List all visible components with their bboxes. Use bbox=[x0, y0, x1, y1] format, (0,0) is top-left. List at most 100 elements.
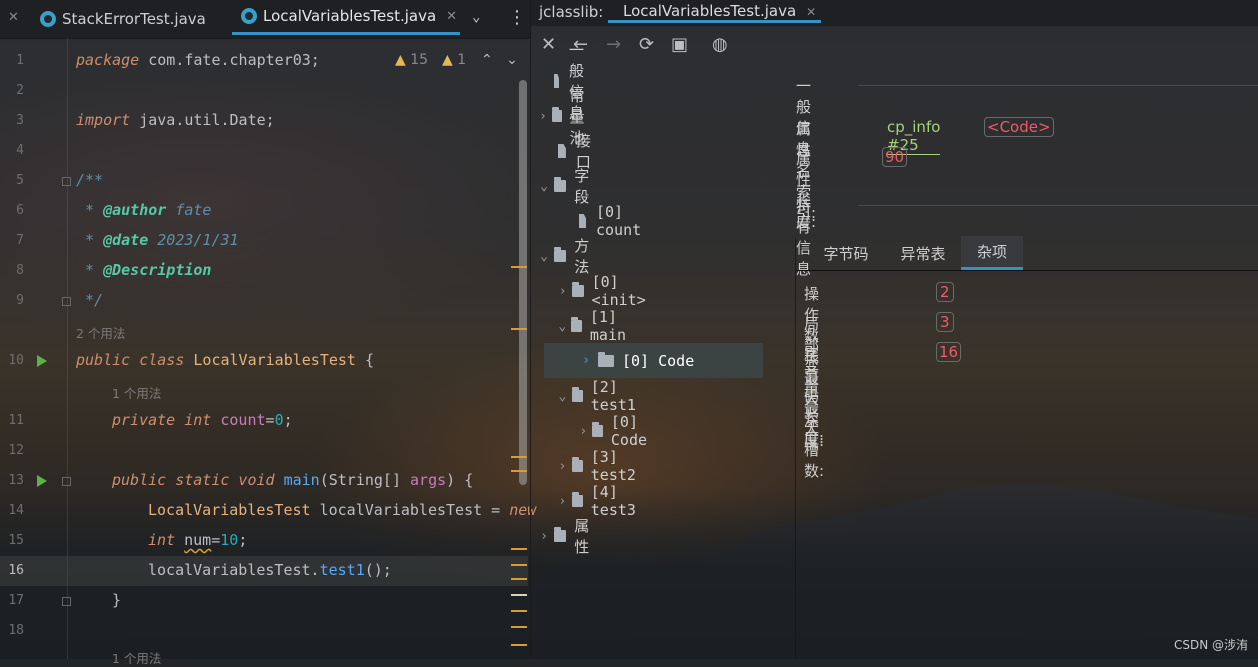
code-line[interactable]: 1 package com.fate.chapter03; bbox=[0, 46, 528, 76]
fold-icon[interactable] bbox=[62, 297, 71, 306]
close-icon[interactable]: ✕ bbox=[8, 10, 19, 25]
fold-icon[interactable] bbox=[62, 177, 71, 186]
jclasslib-panel: jclasslib: LocalVariablesTest.java ✕ ✕ ← … bbox=[530, 0, 1258, 659]
line-number: 8 bbox=[16, 263, 24, 278]
line-number: 5 bbox=[16, 173, 24, 188]
code-line[interactable]: 10 public class LocalVariablesTest { bbox=[0, 346, 528, 376]
tab-stackerrortest[interactable]: StackErrorTest.java bbox=[40, 0, 206, 38]
chevron-right-icon[interactable]: › bbox=[557, 459, 568, 474]
line-number: 14 bbox=[8, 503, 24, 518]
folder-icon bbox=[592, 422, 603, 437]
tab-exception-table[interactable]: 异常表 bbox=[886, 236, 960, 270]
error-stripe-mark[interactable] bbox=[511, 470, 527, 472]
tree-item-label: 属性 bbox=[574, 517, 590, 556]
section-divider bbox=[858, 85, 1258, 86]
chevron-down-icon[interactable]: ⌄ bbox=[472, 9, 480, 25]
line-number: 1 bbox=[16, 53, 24, 68]
chevron-down-icon[interactable]: ⌄ bbox=[557, 319, 567, 334]
usages-hint[interactable]: 1 个用法 bbox=[112, 648, 161, 667]
code-line[interactable]: 11 private int count=0; bbox=[0, 406, 528, 436]
chevron-right-icon[interactable]: › bbox=[538, 529, 550, 544]
error-stripe-mark[interactable] bbox=[511, 456, 527, 458]
tree-item-constant-pool[interactable]: › 常量池 bbox=[538, 87, 597, 147]
forward-arrow-icon[interactable]: → bbox=[606, 34, 621, 55]
tab-misc[interactable]: 杂项 bbox=[961, 236, 1023, 270]
code-editor: ✕ StackErrorTest.java LocalVariablesTest… bbox=[0, 0, 536, 666]
code-line[interactable]: 2 bbox=[0, 76, 528, 106]
tree-item-test1-code[interactable]: › [0] Code bbox=[578, 413, 658, 449]
usages-hint[interactable]: 2 个用法 bbox=[76, 323, 125, 342]
chevron-down-icon[interactable]: ⌄ bbox=[538, 249, 550, 264]
tree-item-method-test3[interactable]: › [4] test3 bbox=[557, 483, 646, 519]
tree-item-method-test1[interactable]: ⌄ [2] test1 bbox=[557, 378, 646, 414]
run-icon[interactable] bbox=[37, 475, 47, 487]
tree-item-label: [2] test1 bbox=[590, 378, 636, 414]
refresh-icon[interactable]: ⟳ bbox=[639, 34, 654, 55]
close-icon[interactable]: ✕ bbox=[446, 9, 457, 24]
code-line[interactable]: 12 bbox=[0, 436, 528, 466]
tab-label: LocalVariablesTest.java bbox=[263, 7, 437, 25]
code-text: import java.util.Date; bbox=[76, 111, 275, 129]
tree-item-label: [0] Code bbox=[622, 351, 695, 370]
detail-tabs: 字节码 异常表 杂项 bbox=[796, 236, 1258, 271]
chevron-down-icon[interactable]: ⌄ bbox=[557, 389, 568, 404]
run-icon[interactable] bbox=[37, 355, 47, 367]
error-stripe-mark[interactable] bbox=[511, 626, 527, 628]
line-number: 15 bbox=[8, 533, 24, 548]
line-number: 13 bbox=[8, 473, 24, 488]
code-line[interactable]: 8 * @Description bbox=[0, 256, 528, 286]
save-icon[interactable]: ▣ bbox=[671, 34, 688, 55]
code-line[interactable]: 9 */ bbox=[0, 286, 528, 316]
error-stripe-mark[interactable] bbox=[511, 610, 527, 612]
tree-item-fields[interactable]: ⌄ 字段 bbox=[538, 167, 597, 206]
chevron-right-icon[interactable]: › bbox=[557, 284, 568, 299]
error-stripe-mark[interactable] bbox=[511, 594, 527, 596]
code-line[interactable]: 4 bbox=[0, 136, 528, 166]
chevron-right-icon[interactable]: › bbox=[538, 109, 548, 124]
close-icon[interactable]: ✕ bbox=[806, 5, 816, 19]
tree-item-method-main[interactable]: ⌄ [1] main bbox=[557, 308, 637, 344]
tab-localvariablestest[interactable]: LocalVariablesTest.java ✕ bbox=[232, 0, 460, 35]
tree-item-methods[interactable]: ⌄ 方法 bbox=[538, 237, 597, 276]
more-options-icon[interactable]: ⋮ bbox=[508, 7, 526, 28]
error-stripe-mark[interactable] bbox=[511, 328, 527, 330]
chevron-right-icon[interactable]: › bbox=[578, 353, 594, 368]
tab-bytecode[interactable]: 字节码 bbox=[810, 236, 882, 270]
tree-item-label: 方法 bbox=[574, 237, 590, 276]
close-icon[interactable]: ✕ bbox=[541, 34, 556, 55]
code-line[interactable]: 7 * @date 2023/1/31 bbox=[0, 226, 528, 256]
fold-icon[interactable] bbox=[62, 477, 71, 486]
usages-hint[interactable]: 1 个用法 bbox=[112, 383, 161, 402]
error-stripe-mark[interactable] bbox=[511, 578, 527, 580]
tree-item-method-test2[interactable]: › [3] test2 bbox=[557, 448, 646, 484]
code-line[interactable]: 17 } bbox=[0, 586, 528, 616]
tree-item-interfaces[interactable]: 接口 bbox=[538, 132, 598, 171]
code-line[interactable]: 14 LocalVariablesTest localVariablesTest… bbox=[0, 496, 536, 526]
error-stripe-mark[interactable] bbox=[511, 548, 527, 550]
folder-icon bbox=[571, 492, 583, 507]
tree-item-method-init[interactable]: › [0] <init> bbox=[557, 273, 655, 309]
tree-item-main-code[interactable]: › [0] Code bbox=[544, 343, 763, 378]
error-stripe-mark[interactable] bbox=[511, 644, 527, 646]
code-line[interactable]: 3 import java.util.Date; bbox=[0, 106, 528, 136]
code-line[interactable]: 5 /** bbox=[0, 166, 528, 196]
chevron-right-icon[interactable]: › bbox=[557, 494, 568, 509]
code-line-current[interactable]: 16 localVariablesTest.test1(); bbox=[0, 556, 528, 586]
tree-item-field-count[interactable]: [0] count bbox=[560, 203, 650, 239]
code-line[interactable]: 13 public static void main(String[] args… bbox=[0, 466, 528, 496]
code-line[interactable]: 15 int num=10; bbox=[0, 526, 528, 556]
chevron-right-icon[interactable]: › bbox=[578, 424, 588, 439]
fold-icon[interactable] bbox=[62, 597, 71, 606]
error-stripe-mark[interactable] bbox=[511, 564, 527, 566]
error-stripe-mark[interactable] bbox=[511, 266, 527, 268]
code-line[interactable]: 6 * @author fate bbox=[0, 196, 528, 226]
jclasslib-tab[interactable]: LocalVariablesTest.java ✕ bbox=[608, 0, 821, 23]
chevron-down-icon[interactable]: ⌄ bbox=[538, 179, 550, 194]
tree-item-label: [0] count bbox=[595, 203, 642, 239]
code-line[interactable]: 18 bbox=[0, 616, 528, 646]
tree-item-attributes[interactable]: › 属性 bbox=[538, 517, 597, 556]
vertical-scrollbar[interactable] bbox=[519, 80, 527, 485]
globe-icon[interactable]: ◍ bbox=[712, 34, 728, 55]
folder-icon bbox=[554, 527, 567, 542]
line-number: 11 bbox=[8, 413, 24, 428]
